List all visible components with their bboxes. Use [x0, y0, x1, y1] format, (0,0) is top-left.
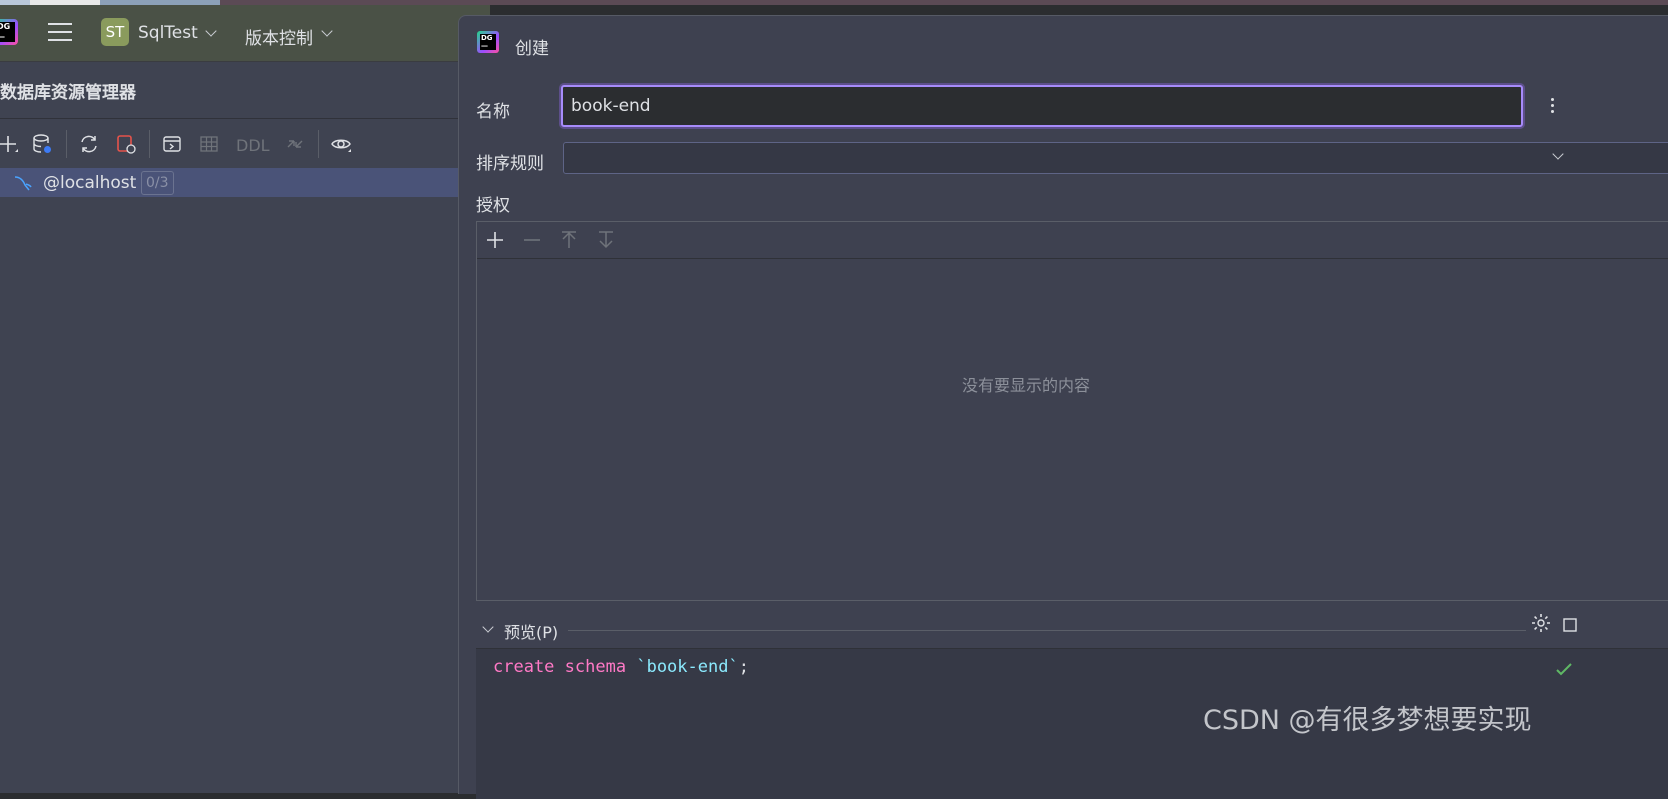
- sql-code-line: create schema `book-end`;: [493, 657, 749, 677]
- grants-toolbar: [477, 222, 1668, 259]
- project-name[interactable]: SqlTest: [138, 23, 198, 43]
- explorer-toolbar: DDL: [0, 126, 460, 162]
- tree-item-localhost[interactable]: @localhost 0/3: [0, 168, 460, 197]
- mysql-icon: [14, 176, 32, 191]
- chevron-down-icon[interactable]: [321, 25, 333, 37]
- toolbar-separator: [66, 130, 67, 158]
- dialog-title: 创建: [515, 39, 549, 59]
- preview-section-header[interactable]: 预览(P): [476, 614, 1668, 643]
- create-schema-dialog: DG— 创建 名称 排序规则 授权 没有要显示的内容 预览(P) create …: [458, 15, 1668, 799]
- database-explorer-panel: 数据库资源管理器 DDL @localhost 0/3: [0, 62, 460, 793]
- sql-identifier: `book-end`: [636, 657, 739, 677]
- chevron-down-icon[interactable]: [205, 25, 217, 37]
- gear-icon[interactable]: [1530, 612, 1552, 634]
- collation-label: 排序规则: [476, 154, 544, 174]
- table-icon: [195, 130, 223, 158]
- ddl-button: DDL: [236, 136, 270, 155]
- refresh-icon[interactable]: [75, 130, 103, 158]
- chevron-down-icon[interactable]: [482, 621, 494, 633]
- disconnect-icon[interactable]: [112, 130, 140, 158]
- sql-punctuation: ;: [738, 657, 749, 677]
- main-menu-icon[interactable]: [48, 23, 72, 43]
- add-icon[interactable]: [0, 130, 22, 158]
- tree-item-label: @localhost: [43, 173, 137, 193]
- view-options-icon[interactable]: [327, 130, 355, 158]
- panel-title: 数据库资源管理器: [0, 83, 136, 103]
- remove-icon: [524, 239, 540, 241]
- toolbar-separator: [149, 130, 150, 158]
- toolbar-separator: [318, 130, 319, 158]
- collation-select[interactable]: [563, 142, 1668, 174]
- name-label: 名称: [476, 102, 510, 122]
- sql-keyword: schema: [564, 657, 627, 677]
- sql-keyword: create: [493, 657, 555, 677]
- schema-name-input[interactable]: [561, 85, 1523, 127]
- datagrip-logo[interactable]: DG—: [0, 19, 18, 45]
- expand-icon[interactable]: [1560, 616, 1578, 634]
- move-up-icon: [562, 231, 576, 248]
- compare-icon: [281, 130, 309, 158]
- empty-state-text: 没有要显示的内容: [962, 376, 1091, 395]
- more-options-icon[interactable]: [1551, 98, 1555, 116]
- check-icon: [1556, 663, 1572, 676]
- preview-label[interactable]: 预览(P): [504, 619, 558, 643]
- divider: [0, 118, 460, 119]
- grants-table: 没有要显示的内容: [476, 221, 1668, 601]
- move-down-icon: [599, 231, 613, 249]
- datasource-properties-icon[interactable]: [28, 130, 56, 158]
- watermark-text: CSDN @有很多梦想要实现: [1203, 705, 1532, 736]
- grants-label: 授权: [476, 196, 510, 216]
- project-badge[interactable]: ST: [101, 18, 129, 46]
- datagrip-logo: DG —: [477, 31, 499, 53]
- schema-count-badge: 0/3: [141, 171, 174, 195]
- jump-to-console-icon[interactable]: [158, 130, 186, 158]
- divider: [568, 630, 1526, 631]
- add-icon[interactable]: [483, 228, 507, 252]
- main-toolbar: DG— ST SqlTest 版本控制: [0, 5, 490, 62]
- vcs-menu[interactable]: 版本控制: [245, 24, 313, 49]
